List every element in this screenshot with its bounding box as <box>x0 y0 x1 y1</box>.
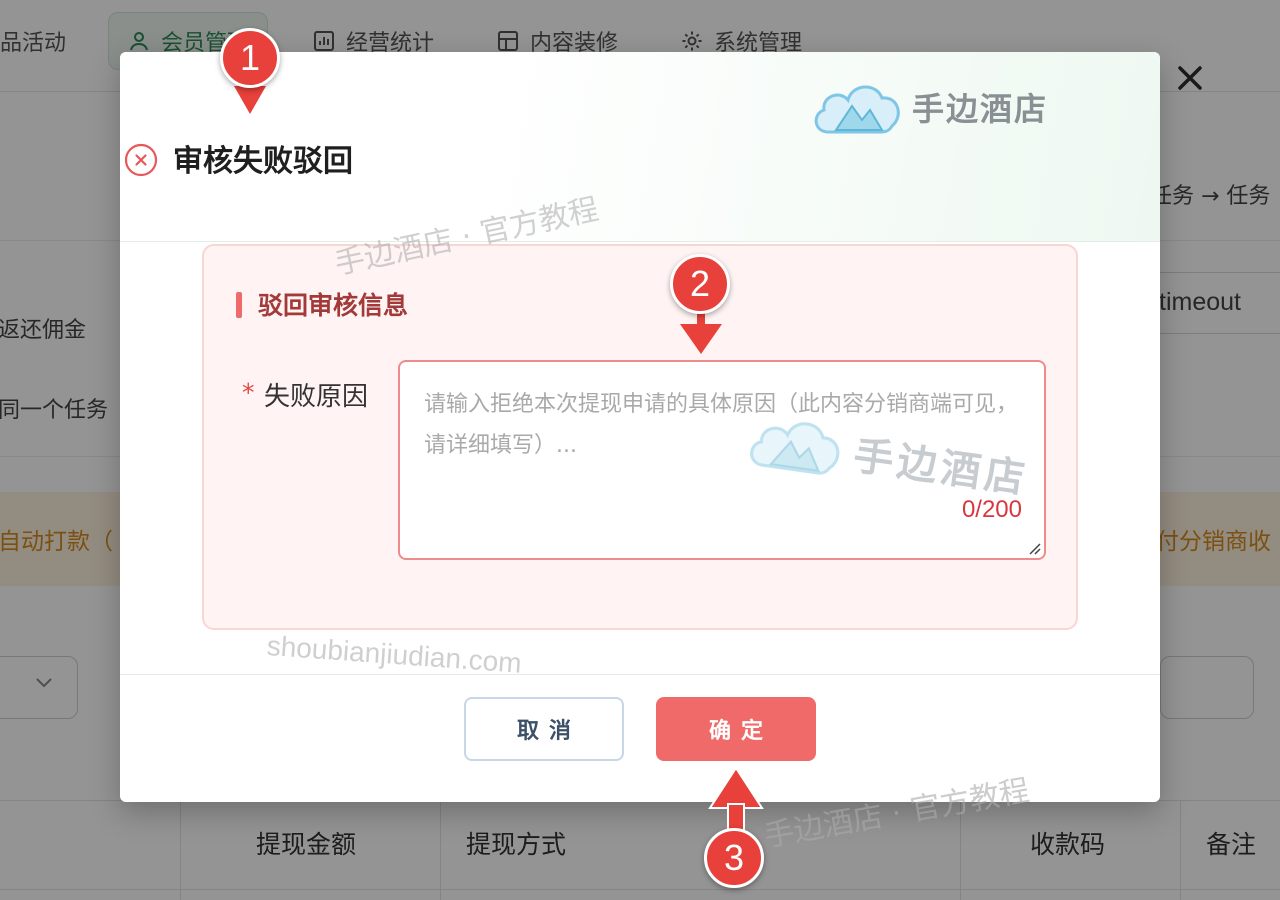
reason-field: 0/200 <box>398 360 1046 560</box>
required-mark: * <box>242 378 255 407</box>
dialog-header: 手边酒店 审核失败驳回 <box>120 52 1160 242</box>
reject-info-section: 驳回审核信息 * 失败原因 0/200 <box>202 244 1078 630</box>
section-title: 驳回审核信息 <box>258 291 409 320</box>
char-counter: 0/200 <box>961 496 1022 523</box>
confirm-button[interactable]: 确定 <box>656 697 816 761</box>
dialog-footer: 取消 确定 <box>120 674 1160 802</box>
close-circle-icon <box>124 143 158 177</box>
close-icon[interactable] <box>1168 56 1212 100</box>
resize-handle-icon[interactable] <box>1027 541 1041 555</box>
cloud-logo-icon <box>814 85 900 134</box>
dialog-title: 审核失败驳回 <box>173 144 353 179</box>
reject-dialog: 手边酒店 审核失败驳回 驳回审核信息 * 失败原因 0/200 取消 确定 <box>120 52 1160 802</box>
step-marker-2: 2 <box>670 254 730 314</box>
reason-textarea[interactable] <box>400 362 1044 558</box>
brand-name: 手边酒店 <box>912 90 1049 128</box>
step-marker-1: 1 <box>220 28 280 88</box>
reason-label: 失败原因 <box>264 382 369 412</box>
section-accent-bar <box>236 292 242 318</box>
cancel-button[interactable]: 取消 <box>464 697 624 761</box>
brand-logo: 手边酒店 <box>810 72 1048 142</box>
step-marker-3: 3 <box>704 828 764 888</box>
